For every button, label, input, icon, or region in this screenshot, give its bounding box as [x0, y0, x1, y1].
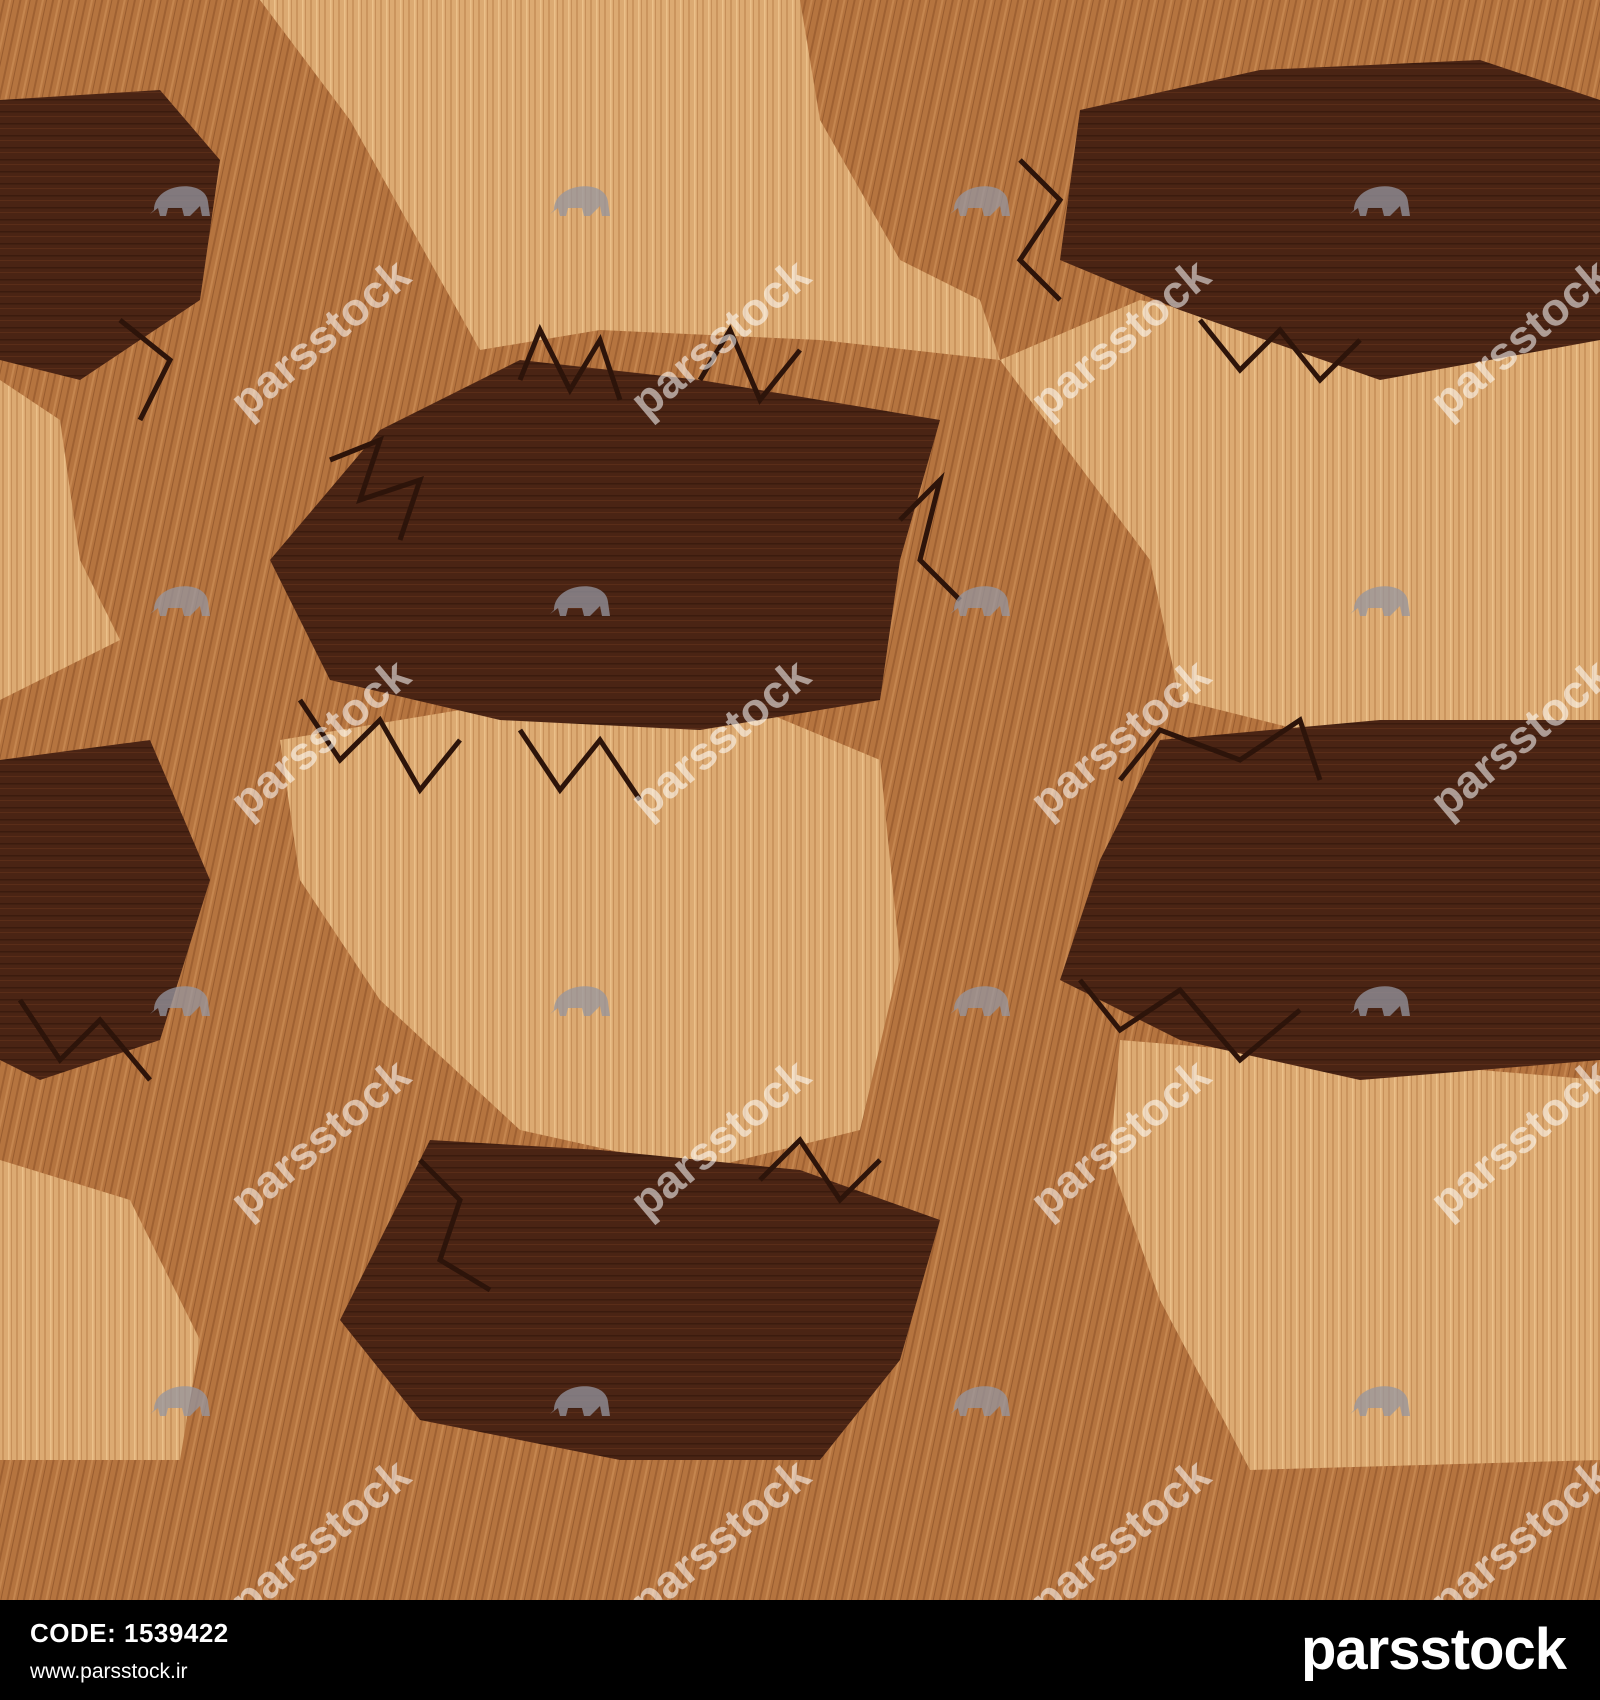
wood-pattern-image: parsstock parsstock parsstock parsstock pars…: [0, 0, 1600, 1600]
footer-bar: CODE: 1539422 www.parsstock.ir parsstock: [0, 1600, 1600, 1700]
website-link[interactable]: www.parsstock.ir: [30, 1660, 188, 1684]
image-code: CODE: 1539422: [30, 1618, 229, 1649]
code-value: 1539422: [124, 1618, 229, 1648]
code-label: CODE:: [30, 1618, 117, 1648]
brand-logo: parsstock: [1300, 1608, 1567, 1692]
brand-name: parsstock: [1300, 1617, 1567, 1682]
